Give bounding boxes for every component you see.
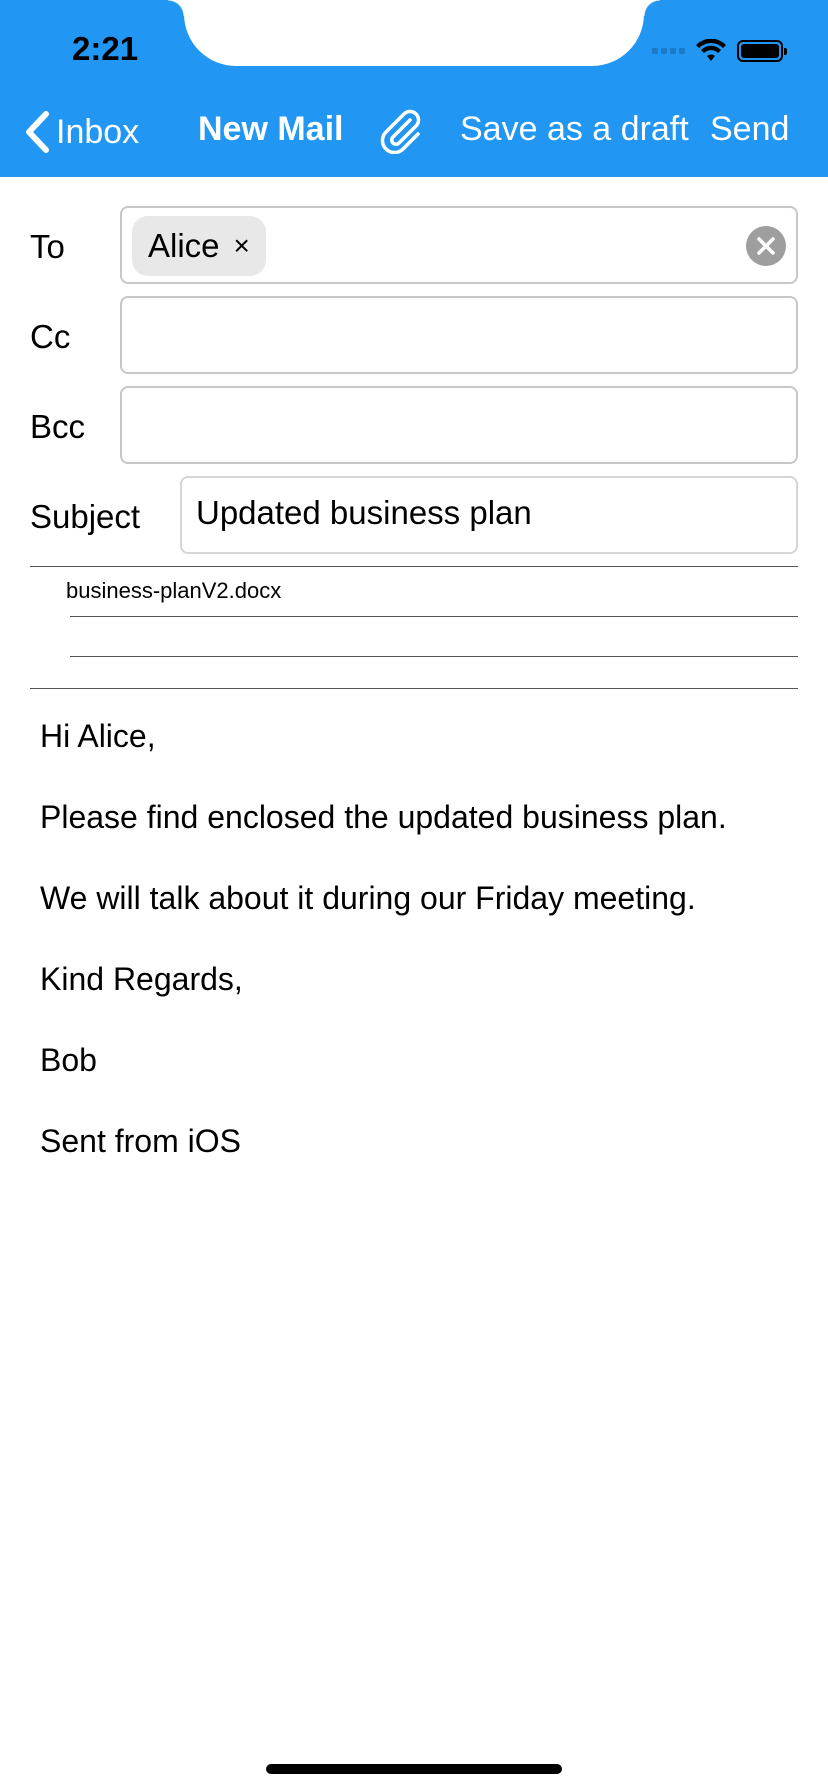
cc-label: Cc bbox=[30, 318, 71, 355]
status-time: 2:21 bbox=[72, 30, 139, 67]
bcc-label: Bcc bbox=[30, 408, 86, 445]
attachment-item[interactable]: business-planV2.docx bbox=[66, 578, 281, 604]
device-notch bbox=[168, 0, 660, 66]
back-label: Inbox bbox=[56, 112, 140, 151]
body-line: Sent from iOS bbox=[40, 1123, 241, 1159]
clear-recipients-button[interactable] bbox=[746, 226, 786, 266]
divider bbox=[70, 656, 798, 657]
home-indicator[interactable] bbox=[266, 1764, 562, 1774]
close-icon bbox=[757, 237, 775, 255]
divider bbox=[30, 566, 798, 567]
body-line: Bob bbox=[40, 1042, 97, 1078]
page-title: New Mail bbox=[198, 110, 344, 148]
battery-icon bbox=[737, 40, 787, 62]
remove-recipient-icon[interactable]: × bbox=[234, 230, 250, 262]
cellular-signal-icon bbox=[652, 48, 685, 54]
divider bbox=[30, 688, 798, 689]
body-line: Please find enclosed the updated busines… bbox=[40, 799, 727, 835]
send-button[interactable]: Send bbox=[710, 110, 789, 149]
back-to-inbox-button[interactable]: Inbox bbox=[24, 108, 139, 156]
recipient-name: Alice bbox=[148, 227, 220, 264]
subject-label: Subject bbox=[30, 498, 141, 535]
body-line: We will talk about it during our Friday … bbox=[40, 880, 696, 916]
wifi-icon bbox=[696, 39, 726, 61]
save-draft-button[interactable]: Save as a draft bbox=[460, 110, 689, 149]
subject-field[interactable]: Updated business plan bbox=[180, 476, 798, 554]
to-field[interactable]: Alice × bbox=[120, 206, 798, 284]
to-label: To bbox=[30, 228, 65, 265]
navigation-header: 2:21 Inbox New Mail Save as a draft Send bbox=[0, 0, 828, 177]
subject-value: Updated business plan bbox=[196, 494, 532, 531]
bcc-field[interactable] bbox=[120, 386, 798, 464]
recipient-chip[interactable]: Alice × bbox=[132, 216, 266, 276]
paperclip-icon bbox=[380, 109, 421, 155]
attach-button[interactable] bbox=[376, 106, 424, 159]
body-line: Kind Regards, bbox=[40, 961, 243, 997]
chevron-left-icon bbox=[26, 111, 49, 153]
status-icons bbox=[652, 34, 787, 68]
divider bbox=[70, 616, 798, 617]
cc-field[interactable] bbox=[120, 296, 798, 374]
body-line: Hi Alice, bbox=[40, 718, 156, 754]
